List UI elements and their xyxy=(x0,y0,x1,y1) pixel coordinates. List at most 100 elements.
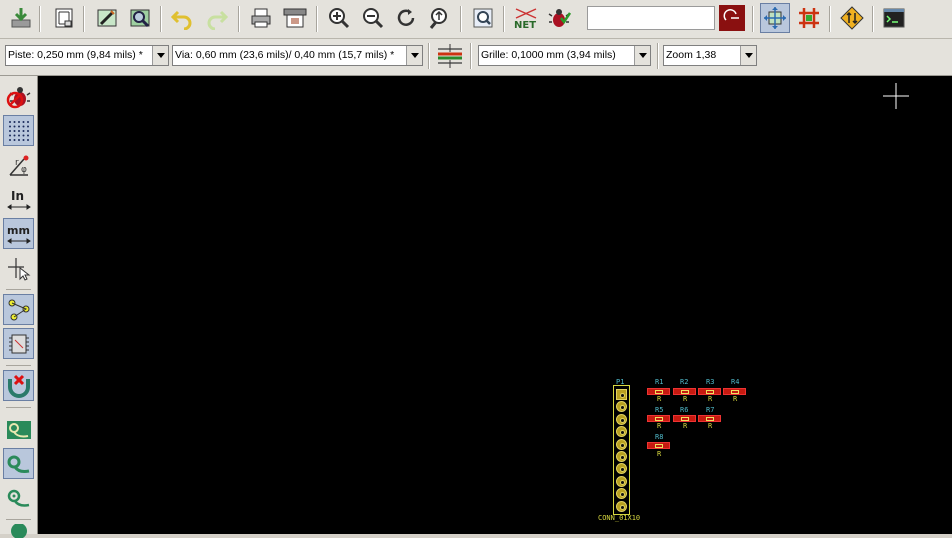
pin-drill-hole xyxy=(620,405,625,411)
redraw-icon[interactable] xyxy=(392,4,420,32)
connector-value: CONN_01X10 xyxy=(598,514,641,522)
zone-outline-icon[interactable] xyxy=(3,448,34,479)
resistor-value-r7: R xyxy=(708,422,713,430)
load-module-icon[interactable] xyxy=(93,4,121,32)
connector-pin[interactable] xyxy=(616,451,627,462)
cursor-shape-icon[interactable] xyxy=(3,253,34,284)
zoom-in-icon[interactable] xyxy=(325,4,353,32)
chevron-down-icon[interactable] xyxy=(634,46,650,65)
grid-value: Grille: 0,1000 mm (3,94 mils) xyxy=(481,49,616,61)
resistor-ref-r3: R3 xyxy=(706,378,715,386)
resistor-value-r3: R xyxy=(708,395,713,403)
main-toolbar: NET xyxy=(0,0,952,39)
zone-sketch-icon[interactable] xyxy=(3,482,34,513)
pin-drill-hole xyxy=(620,442,625,448)
module-ratsnest-icon[interactable] xyxy=(3,328,34,359)
resistor-ref-r8: R8 xyxy=(655,433,664,441)
connector-pin[interactable] xyxy=(616,488,627,500)
print-icon[interactable] xyxy=(247,4,275,32)
page-settings-icon[interactable] xyxy=(50,4,78,32)
resistor-value-r6: R xyxy=(683,422,688,430)
connector-pin[interactable] xyxy=(616,475,627,487)
pin-drill-hole xyxy=(620,455,625,460)
chevron-down-icon[interactable] xyxy=(152,46,168,65)
svg-text:r: r xyxy=(15,158,19,168)
resistor-ref-r4: R4 xyxy=(731,378,740,386)
resistor-value-r1: R xyxy=(657,395,662,403)
svg-text:φ: φ xyxy=(21,165,27,175)
track-width-select[interactable]: Piste: 0,250 mm (9,84 mils) * xyxy=(5,45,169,66)
redo-icon[interactable] xyxy=(203,4,231,32)
plot-icon[interactable] xyxy=(281,4,309,32)
mode-track-icon[interactable] xyxy=(795,4,823,32)
mode-module-icon[interactable] xyxy=(760,3,790,33)
drc-off-icon[interactable] xyxy=(3,81,34,112)
chevron-down-icon[interactable] xyxy=(406,46,422,65)
connector-pin[interactable] xyxy=(616,401,627,413)
auto-track-width-icon[interactable] xyxy=(436,42,464,70)
svg-text:mm: mm xyxy=(7,224,30,237)
svg-text:In: In xyxy=(11,189,24,203)
crosshair-cursor-icon xyxy=(883,83,909,109)
resistor-r7[interactable] xyxy=(698,415,721,422)
pin-drill-hole xyxy=(620,417,625,423)
via-size-select[interactable]: Via: 0,60 mm (23,6 mils)/ 0,40 mm (15,7 … xyxy=(172,45,423,66)
layer-search-input[interactable] xyxy=(587,6,715,30)
python-console-icon[interactable] xyxy=(880,4,908,32)
pcb-canvas[interactable]: P1 CONN_01X10 R1 R R2 R R3 R R4 R R5 R R… xyxy=(38,76,952,534)
units-inch-icon[interactable]: In xyxy=(3,184,34,215)
connector-pin[interactable] xyxy=(616,463,627,475)
resistor-r6[interactable] xyxy=(673,415,696,422)
resistor-value-r5: R xyxy=(657,422,662,430)
connector-pin[interactable] xyxy=(616,426,627,438)
pin-drill-hole xyxy=(620,467,625,473)
resistor-value-r4: R xyxy=(733,395,738,403)
connector-pin[interactable] xyxy=(616,413,627,425)
connector-pin[interactable] xyxy=(616,500,627,512)
autoroute-icon[interactable] xyxy=(838,4,866,32)
resistor-ref-r1: R1 xyxy=(655,378,664,386)
save-board-icon[interactable] xyxy=(7,4,35,32)
netlist-label: NET xyxy=(514,20,536,30)
grid-dots xyxy=(8,120,29,141)
resistor-r1[interactable] xyxy=(647,388,670,395)
auto-delete-track-icon[interactable] xyxy=(3,370,34,401)
grid-select[interactable]: Grille: 0,1000 mm (3,94 mils) xyxy=(478,45,651,66)
via-size-value: Via: 0,60 mm (23,6 mils)/ 0,40 mm (15,7 … xyxy=(175,49,395,61)
connector-p1[interactable] xyxy=(613,385,630,515)
pin-drill-hole xyxy=(620,479,625,485)
undo-icon[interactable] xyxy=(168,4,196,32)
find-icon[interactable] xyxy=(469,4,497,32)
pin-drill-hole xyxy=(620,393,625,398)
resistor-ref-r6: R6 xyxy=(680,406,689,414)
chevron-down-icon[interactable] xyxy=(740,46,756,65)
drc-icon[interactable] xyxy=(545,4,573,32)
pad-display-icon[interactable] xyxy=(3,524,34,538)
netlist-icon[interactable]: NET xyxy=(511,4,541,32)
connector-pin[interactable] xyxy=(616,438,627,450)
units-mm-icon[interactable]: mm xyxy=(3,218,34,249)
resistor-value-r2: R xyxy=(683,395,688,403)
resistor-r2[interactable] xyxy=(673,388,696,395)
pin-drill-hole xyxy=(620,504,625,510)
zoom-fit-icon[interactable] xyxy=(425,4,453,32)
resistor-r3[interactable] xyxy=(698,388,721,395)
zone-fill-icon[interactable] xyxy=(3,414,34,445)
layer-color-icon[interactable] xyxy=(719,5,745,31)
resistor-ref-r7: R7 xyxy=(706,406,715,414)
pin-drill-hole xyxy=(620,430,625,436)
resistor-r5[interactable] xyxy=(647,415,670,422)
resistor-ref-r5: R5 xyxy=(655,406,664,414)
grid-toggle-icon[interactable] xyxy=(3,115,34,146)
zoom-out-icon[interactable] xyxy=(359,4,387,32)
module-editor-icon[interactable] xyxy=(126,4,154,32)
ratsnest-icon[interactable] xyxy=(3,294,34,325)
polar-coords-icon[interactable]: rφ xyxy=(3,150,34,181)
options-toolbar: Piste: 0,250 mm (9,84 mils) * Via: 0,60 … xyxy=(0,39,952,76)
connector-pin[interactable] xyxy=(616,389,627,400)
resistor-r8[interactable] xyxy=(647,442,670,449)
resistor-value-r8: R xyxy=(657,450,662,458)
left-options-toolbar: rφ In mm xyxy=(0,76,38,538)
zoom-select[interactable]: Zoom 1,38 xyxy=(663,45,757,66)
resistor-r4[interactable] xyxy=(723,388,746,395)
